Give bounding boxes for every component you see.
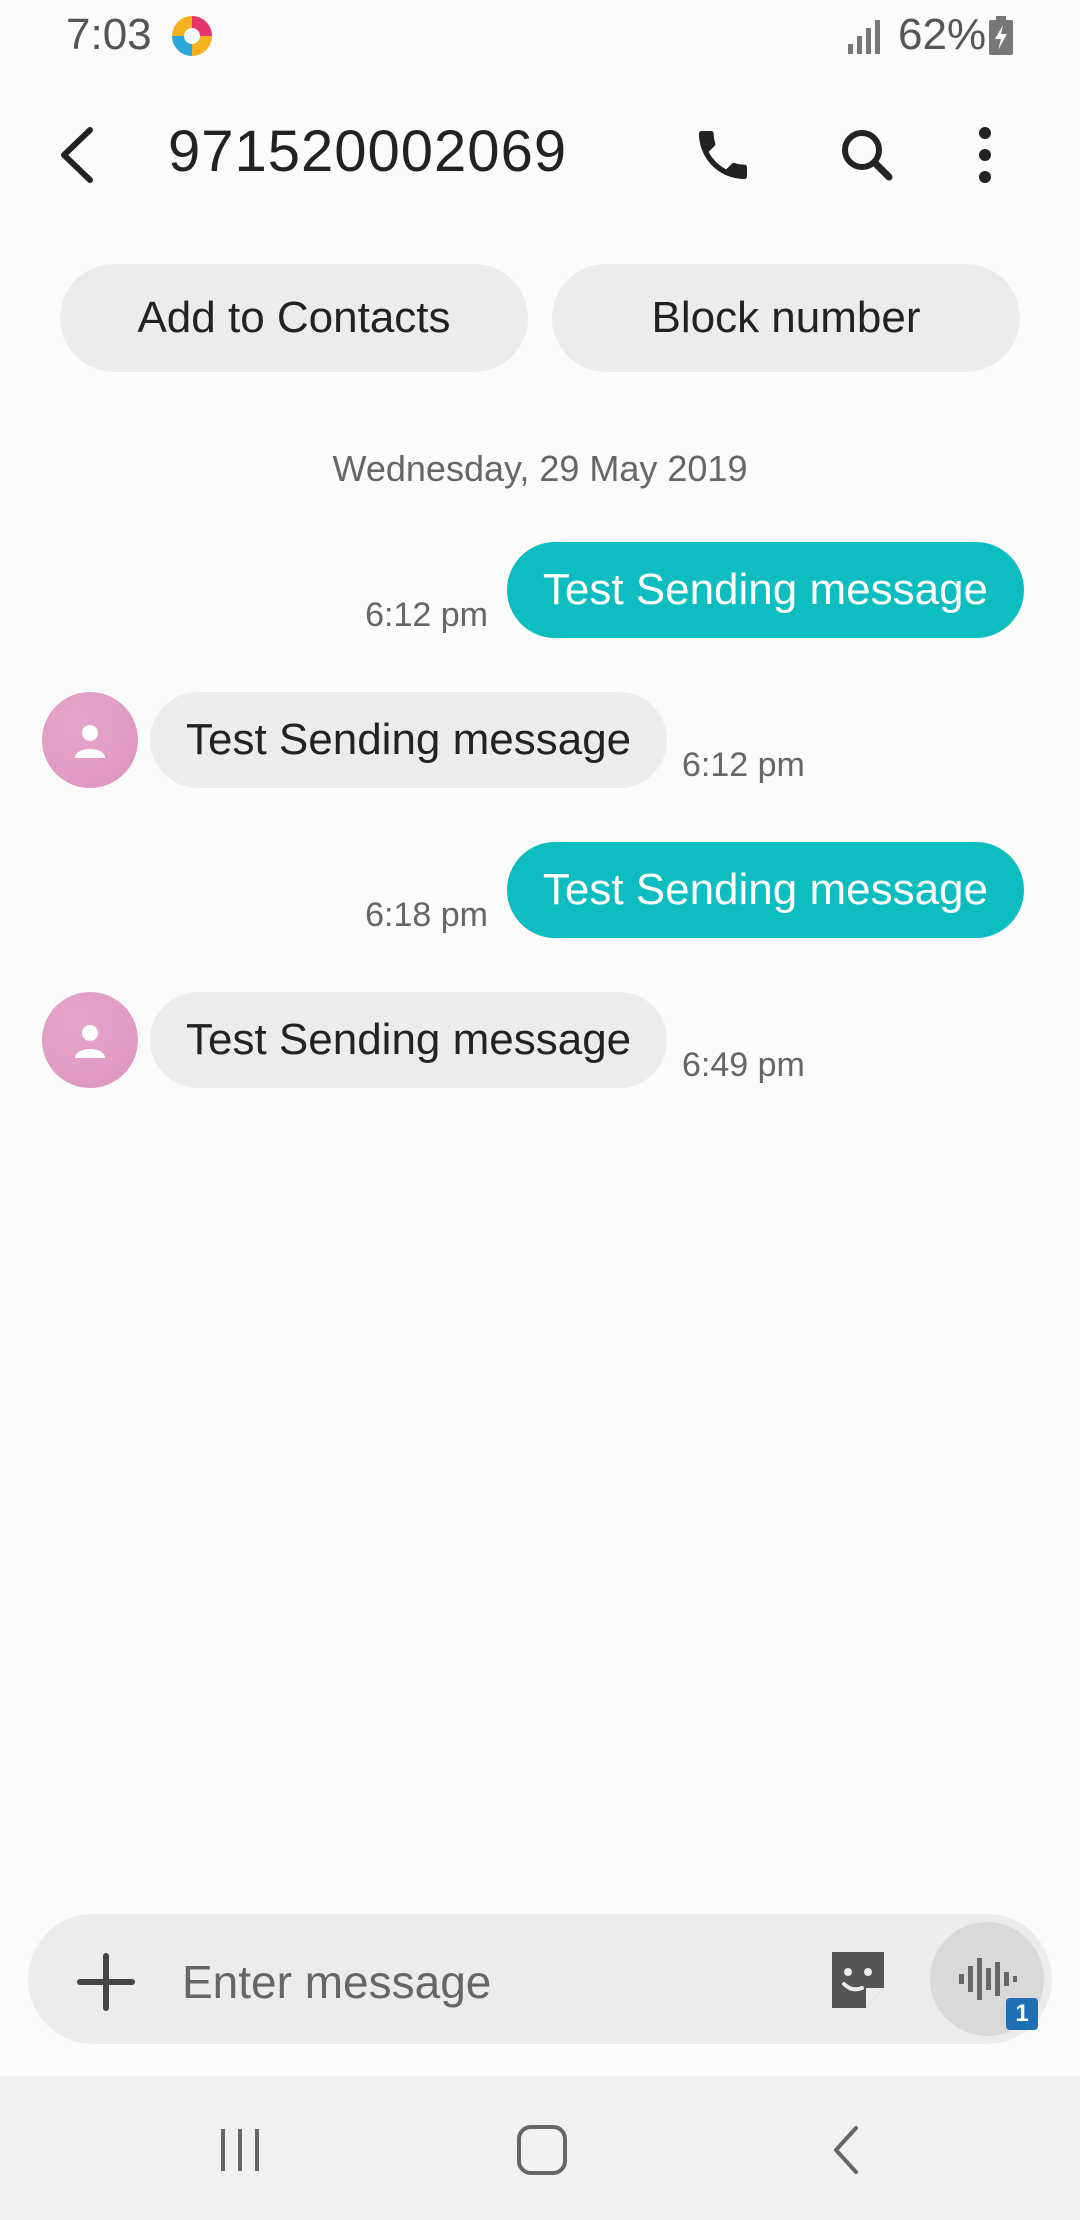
message-input[interactable]: [180, 1946, 784, 2018]
back-icon: [834, 2126, 858, 2174]
sticker-icon: [832, 1952, 884, 2008]
search-icon: [842, 130, 893, 181]
recents-icon: [221, 2129, 259, 2171]
browser-app-icon: [172, 16, 212, 56]
date-separator: Wednesday, 29 May 2019: [332, 448, 748, 489]
add-to-contacts-button[interactable]: Add to Contacts: [60, 264, 528, 372]
block-number-button[interactable]: Block number: [552, 264, 1020, 372]
more-vert-icon: [979, 127, 991, 183]
message-bubble-incoming[interactable]: Test Sending message: [150, 692, 668, 788]
signal-icon: [848, 20, 880, 54]
message-time: 6:12 pm: [682, 746, 805, 784]
message-bubble-outgoing[interactable]: Test Sending message: [506, 542, 1024, 638]
phone-icon: [699, 131, 747, 179]
person-icon: [75, 725, 105, 758]
more-options-button[interactable]: [940, 110, 1030, 200]
message-bubble-incoming[interactable]: Test Sending message: [150, 992, 668, 1088]
message-time: 6:12 pm: [365, 596, 488, 634]
message-time: 6:18 pm: [365, 896, 488, 934]
conversation-title: 971520002069: [168, 119, 568, 184]
nav-back-button[interactable]: [796, 2110, 896, 2190]
contact-avatar[interactable]: [42, 992, 138, 1088]
attach-button[interactable]: [64, 1940, 148, 2024]
sticker-button[interactable]: [822, 1944, 894, 2016]
battery-percent: 62%: [898, 10, 987, 59]
message-bubble-outgoing[interactable]: Test Sending message: [506, 842, 1024, 938]
back-icon: [61, 127, 93, 183]
call-button[interactable]: [678, 110, 768, 200]
home-button[interactable]: [492, 2110, 592, 2190]
person-icon: [75, 1025, 105, 1058]
add-icon: [77, 1953, 135, 2011]
status-time: 7:03: [66, 10, 152, 59]
sim-badge: 1: [1006, 1998, 1038, 2030]
home-icon: [517, 2125, 567, 2175]
contact-avatar[interactable]: [42, 692, 138, 788]
recents-button[interactable]: [190, 2110, 290, 2190]
back-button[interactable]: [40, 110, 112, 200]
search-button[interactable]: [822, 110, 912, 200]
voice-icon: [959, 1958, 1017, 2000]
battery-charging-icon: [989, 16, 1013, 55]
message-time: 6:49 pm: [682, 1046, 805, 1084]
